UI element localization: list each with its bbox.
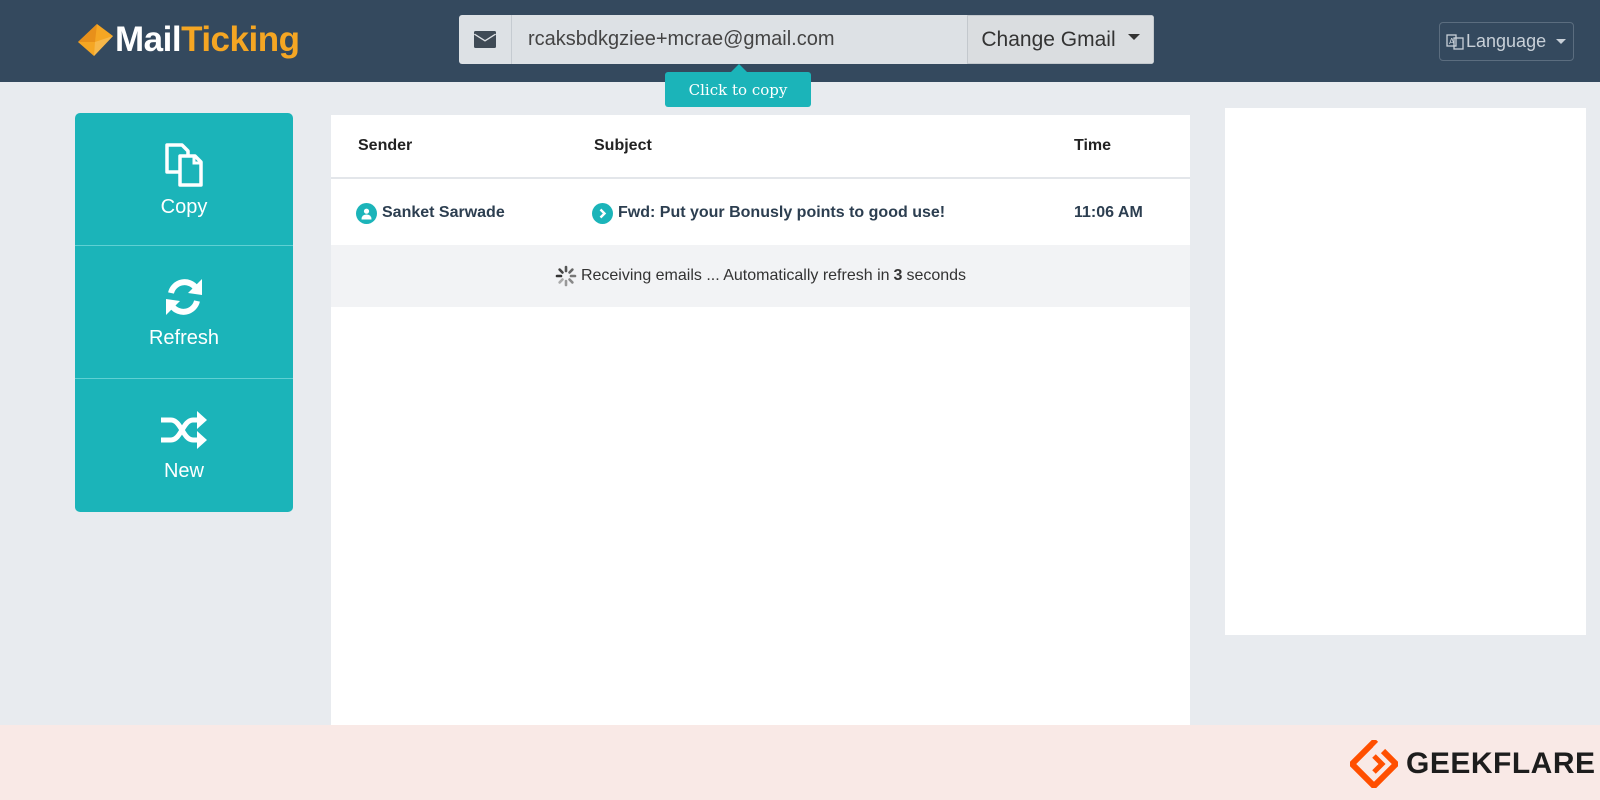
column-header-subject: Subject: [594, 137, 652, 154]
status-prefix: Receiving emails ... Automatically refre…: [580, 267, 890, 284]
new-button[interactable]: New: [75, 379, 293, 512]
status-suffix: seconds: [906, 267, 967, 284]
subject-cell: Fwd: Put your Bonusly points to good use…: [592, 181, 945, 245]
header: MailTicking Change Gmail A Language: [0, 0, 1600, 82]
user-icon: [356, 202, 377, 224]
refresh-icon: [166, 278, 202, 315]
email-icon-cell: [459, 15, 512, 64]
side-ad-box: [1225, 108, 1586, 635]
column-header-sender: Sender: [358, 137, 413, 154]
tooltip-arrow: [731, 64, 747, 72]
geekflare-text: GEEKFLARE: [1406, 747, 1596, 780]
new-label: New: [163, 460, 204, 482]
language-label: Language: [1466, 31, 1547, 51]
sender-name: Sanket Sarwade: [382, 204, 505, 221]
copy-button[interactable]: Copy: [75, 113, 293, 246]
footer-bar: GEEKFLARE: [0, 725, 1600, 800]
refresh-countdown: 3: [893, 267, 903, 284]
caret-down-icon: [1127, 33, 1140, 40]
copy-label: Copy: [160, 195, 208, 218]
table-row[interactable]: Sanket Sarwade Fwd: Put your Bonusly poi…: [331, 181, 1190, 245]
receiving-status: Receiving emails ... Automatically refre…: [331, 245, 1190, 307]
change-gmail-label: Change Gmail: [981, 27, 1116, 51]
inbox-table-header: Sender Subject Time: [331, 115, 1190, 179]
email-address-input[interactable]: [512, 15, 967, 64]
inbox-panel: Sender Subject Time Sanket Sarwade Fwd: …: [331, 115, 1190, 725]
svg-text:A: A: [1449, 37, 1455, 46]
click-to-copy-tooltip: Click to copy: [665, 72, 811, 107]
geekflare-logo: GEEKFLARE: [1350, 740, 1596, 788]
action-panel: Copy Refresh New: [75, 113, 293, 512]
caret-down-icon: [1556, 39, 1567, 44]
chevron-right-icon: [592, 202, 613, 224]
geekflare-logo-icon: [1350, 740, 1398, 788]
shuffle-icon: [161, 411, 207, 449]
translate-icon: A: [1446, 33, 1464, 50]
refresh-label: Refresh: [148, 326, 220, 349]
copy-icon: [165, 142, 203, 187]
sender-cell: Sanket Sarwade: [356, 181, 505, 245]
language-dropdown[interactable]: A Language: [1439, 22, 1574, 61]
time-cell: 11:06 AM: [1074, 181, 1143, 245]
column-header-time: Time: [1074, 137, 1112, 154]
mailticking-logo[interactable]: MailTicking: [75, 20, 300, 60]
email-time: 11:06 AM: [1074, 204, 1143, 221]
email-subject: Fwd: Put your Bonusly points to good use…: [618, 204, 946, 221]
email-address-group: Change Gmail: [459, 15, 1154, 64]
refresh-button[interactable]: Refresh: [75, 246, 293, 379]
envelope-logo-icon: [78, 24, 113, 56]
change-gmail-button[interactable]: Change Gmail: [967, 15, 1154, 64]
envelope-icon: [474, 31, 496, 48]
loading-spinner-icon: [555, 265, 577, 287]
logo-text: MailTicking: [115, 20, 300, 59]
